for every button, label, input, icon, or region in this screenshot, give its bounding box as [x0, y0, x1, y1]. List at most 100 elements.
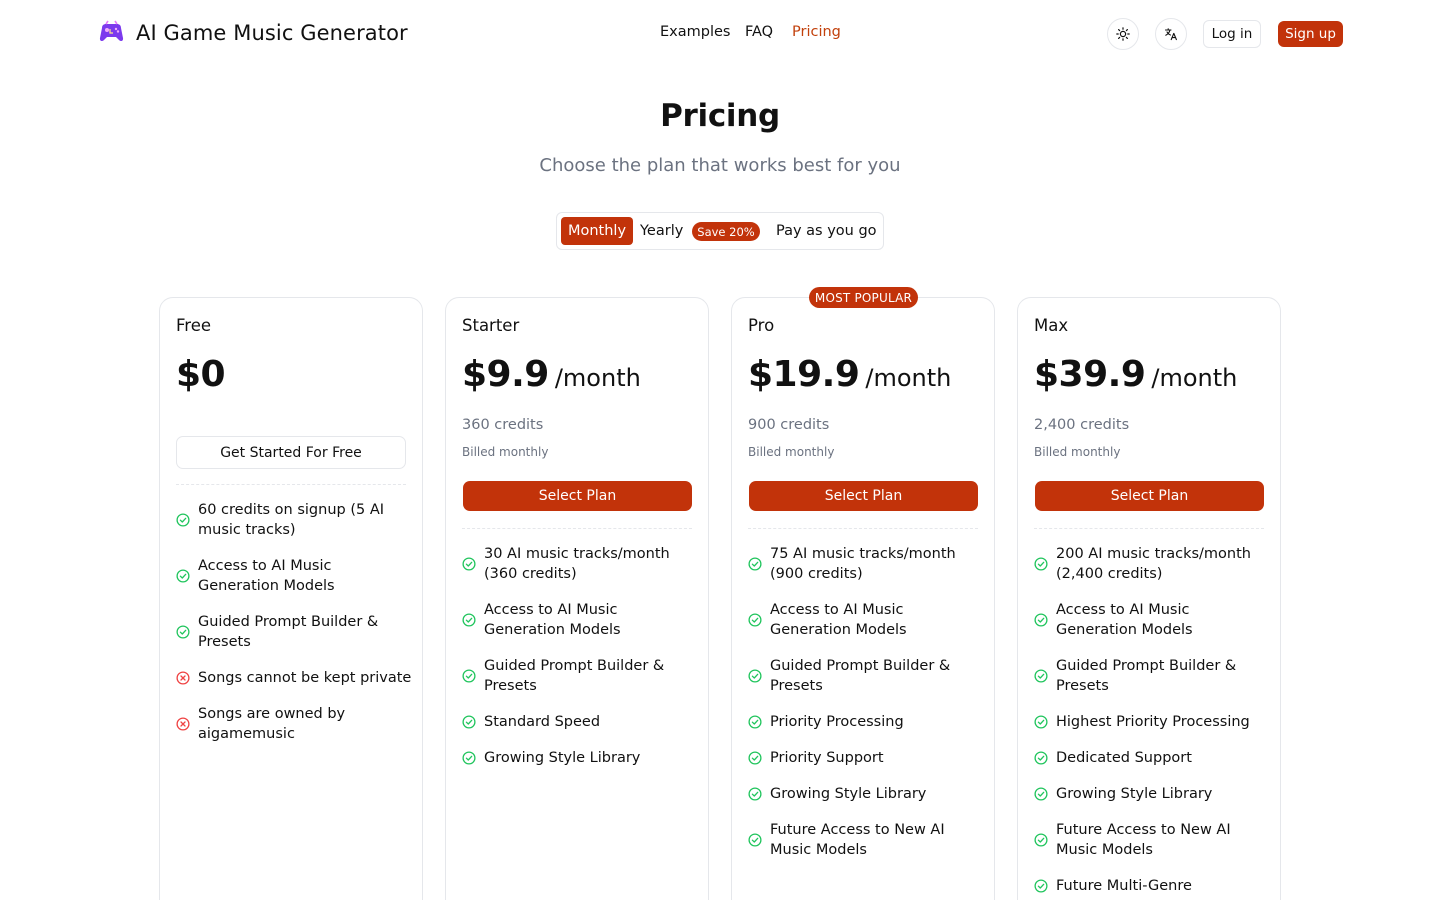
plan-price-amount: $39.9: [1034, 354, 1146, 395]
theme-toggle-button[interactable]: [1107, 18, 1139, 50]
translate-icon: [1164, 27, 1178, 41]
feature-list: 60 credits on signup (5 AI music tracks)…: [176, 492, 412, 752]
check-circle-icon: [462, 751, 476, 765]
billing-yearly-tab[interactable]: Yearly: [640, 223, 683, 239]
check-circle-icon: [748, 833, 762, 847]
feature-text: 60 credits on signup (5 AI music tracks): [198, 502, 385, 538]
save-badge: Save 20%: [692, 222, 760, 241]
feature-item: Access to AI Music Generation Models: [748, 592, 984, 648]
check-circle-icon: [462, 613, 476, 627]
feature-item: Access to AI Music Generation Models: [176, 548, 412, 604]
plan-credits: 900 credits: [748, 417, 830, 433]
select-plan-button[interactable]: Select Plan: [1035, 481, 1264, 511]
check-circle-icon: [1034, 751, 1048, 765]
nav-pricing[interactable]: Pricing: [792, 24, 841, 40]
feature-item: Guided Prompt Builder & Presets: [176, 604, 412, 660]
feature-item: Future Multi-Genre: [1034, 868, 1270, 900]
feature-item: Dedicated Support: [1034, 740, 1270, 776]
check-circle-icon: [748, 557, 762, 571]
check-circle-icon: [748, 669, 762, 683]
feature-text: Priority Processing: [770, 714, 904, 730]
page-subtitle: Choose the plan that works best for you: [539, 155, 901, 176]
feature-text: Future Access to New AI Music Models: [1056, 822, 1231, 858]
feature-text: Guided Prompt Builder & Presets: [770, 658, 951, 694]
select-plan-button[interactable]: Select Plan: [749, 481, 978, 511]
billing-payg-tab[interactable]: Pay as you go: [776, 223, 877, 239]
brand-link[interactable]: AI Game Music Generator: [97, 18, 408, 47]
feature-text: Priority Support: [770, 750, 884, 766]
signup-button[interactable]: Sign up: [1278, 21, 1343, 47]
feature-text: Access to AI Music Generation Models: [1056, 602, 1193, 638]
feature-list: 200 AI music tracks/month (2,400 credits…: [1034, 536, 1270, 900]
check-circle-icon: [1034, 715, 1048, 729]
feature-text: Guided Prompt Builder & Presets: [484, 658, 665, 694]
site-header: AI Game Music Generator Examples FAQ Pri…: [0, 0, 1440, 68]
brand-name: AI Game Music Generator: [136, 20, 408, 45]
feature-item: Highest Priority Processing: [1034, 704, 1270, 740]
check-circle-icon: [176, 513, 190, 527]
check-circle-icon: [1034, 613, 1048, 627]
billing-period-toggle: Monthly Yearly Save 20% Pay as you go: [556, 212, 884, 250]
plan-name: Starter: [462, 316, 520, 335]
x-circle-icon: [176, 671, 190, 685]
divider: [1034, 528, 1264, 529]
check-circle-icon: [1034, 557, 1048, 571]
page-title: Pricing: [660, 98, 780, 134]
feature-text: Dedicated Support: [1056, 750, 1192, 766]
plan-credits: 360 credits: [462, 417, 544, 433]
check-circle-icon: [176, 569, 190, 583]
nav-examples[interactable]: Examples: [660, 24, 730, 40]
language-button[interactable]: [1155, 18, 1187, 50]
feature-item: Guided Prompt Builder & Presets: [462, 648, 698, 704]
check-circle-icon: [462, 669, 476, 683]
feature-item: 30 AI music tracks/month (360 credits): [462, 536, 698, 592]
feature-text: Growing Style Library: [770, 786, 927, 802]
feature-text: Guided Prompt Builder & Presets: [1056, 658, 1237, 694]
select-plan-button[interactable]: Select Plan: [463, 481, 692, 511]
plan-name: Max: [1034, 316, 1069, 335]
plan-card-pro: MOST POPULAR Pro $19.9/month 900 credits…: [731, 287, 995, 900]
feature-item: 75 AI music tracks/month (900 credits): [748, 536, 984, 592]
plan-price-amount: $19.9: [748, 354, 860, 395]
feature-text: Access to AI Music Generation Models: [770, 602, 907, 638]
feature-text: Access to AI Music Generation Models: [484, 602, 621, 638]
feature-text: Guided Prompt Builder & Presets: [198, 614, 379, 650]
check-circle-icon: [462, 557, 476, 571]
feature-item: Growing Style Library: [1034, 776, 1270, 812]
check-circle-icon: [1034, 879, 1048, 893]
login-button[interactable]: Log in: [1203, 20, 1261, 48]
feature-text: Access to AI Music Generation Models: [198, 558, 335, 594]
plan-period: /month: [865, 364, 952, 392]
plan-price: $39.9/month: [1034, 354, 1237, 395]
check-circle-icon: [1034, 833, 1048, 847]
plan-card-free: Free $0 Get Started For Free 60 credits …: [159, 297, 423, 900]
plan-price: $19.9/month: [748, 354, 951, 395]
feature-text: Future Multi-Genre: [1056, 878, 1192, 894]
nav-faq[interactable]: FAQ: [745, 24, 773, 40]
most-popular-badge: MOST POPULAR: [809, 287, 918, 308]
feature-list: 75 AI music tracks/month (900 credits) Ac…: [748, 536, 984, 868]
feature-text: 30 AI music tracks/month (360 credits): [484, 546, 670, 582]
check-circle-icon: [748, 787, 762, 801]
plan-price-amount: $9.9: [462, 354, 549, 395]
feature-item: Priority Support: [748, 740, 984, 776]
billing-monthly-tab[interactable]: Monthly: [561, 217, 633, 245]
plan-billing-note: Billed monthly: [748, 445, 835, 459]
divider: [462, 528, 692, 529]
plan-card-starter: Starter $9.9/month 360 credits Billed mo…: [445, 297, 709, 900]
check-circle-icon: [748, 751, 762, 765]
feature-item: Songs are owned by aigamemusic: [176, 696, 412, 752]
feature-text: Highest Priority Processing: [1056, 714, 1250, 730]
plan-period: /month: [1151, 364, 1238, 392]
feature-list: 30 AI music tracks/month (360 credits) Ac…: [462, 536, 698, 776]
plan-card-max: Max $39.9/month 2,400 credits Billed mon…: [1017, 297, 1281, 900]
get-started-free-button[interactable]: Get Started For Free: [176, 436, 406, 469]
feature-item: Future Access to New AI Music Models: [1034, 812, 1270, 868]
sun-icon: [1116, 27, 1130, 41]
feature-text: Growing Style Library: [484, 750, 641, 766]
feature-item: Priority Processing: [748, 704, 984, 740]
plan-name: Free: [176, 316, 212, 335]
plan-price-amount: $0: [176, 354, 226, 395]
feature-item: 200 AI music tracks/month (2,400 credits…: [1034, 536, 1270, 592]
feature-text: 75 AI music tracks/month (900 credits): [770, 546, 956, 582]
